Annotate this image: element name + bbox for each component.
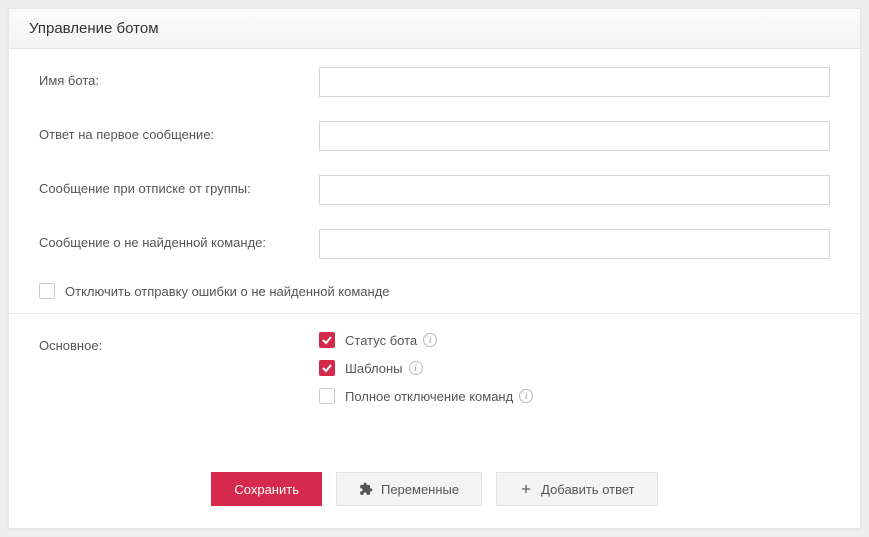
panel-footer: Сохранить Переменные Добавить ответ [9, 458, 860, 528]
label-bot-name: Имя бота: [39, 67, 319, 88]
opt-row-status: Статус бота i [319, 332, 830, 348]
opt-row-disable-commands: Полное отключение команд i [319, 388, 830, 404]
checkbox-disable-commands[interactable] [319, 388, 335, 404]
save-button-label: Сохранить [234, 482, 299, 497]
label-first-reply: Ответ на первое сообщение: [39, 121, 319, 142]
input-notfound-msg[interactable] [319, 229, 830, 259]
info-icon[interactable]: i [423, 333, 437, 347]
variables-button[interactable]: Переменные [336, 472, 482, 506]
row-main-section: Основное: Статус бота i Шаблоны i [39, 332, 830, 424]
panel-header: Управление ботом [9, 9, 860, 49]
main-options-group: Статус бота i Шаблоны i Полное отключени… [319, 332, 830, 424]
input-first-reply[interactable] [319, 121, 830, 151]
add-reply-button[interactable]: Добавить ответ [496, 472, 657, 506]
row-unsubscribe-msg: Сообщение при отписке от группы: [39, 175, 830, 205]
row-notfound-msg: Сообщение о не найденной команде: [39, 229, 830, 259]
variables-button-label: Переменные [381, 482, 459, 497]
panel-body: Имя бота: Ответ на первое сообщение: Соо… [9, 49, 860, 458]
row-bot-name: Имя бота: [39, 67, 830, 97]
opt-row-templates: Шаблоны i [319, 360, 830, 376]
label-unsubscribe-msg: Сообщение при отписке от группы: [39, 175, 319, 196]
checkbox-disable-error[interactable] [39, 283, 55, 299]
label-status: Статус бота [345, 333, 417, 348]
label-disable-commands: Полное отключение команд [345, 389, 513, 404]
checkbox-status[interactable] [319, 332, 335, 348]
info-icon[interactable]: i [519, 389, 533, 403]
puzzle-icon [359, 482, 373, 496]
add-reply-button-label: Добавить ответ [541, 482, 634, 497]
plus-icon [519, 482, 533, 496]
label-notfound-msg: Сообщение о не найденной команде: [39, 229, 319, 250]
label-templates: Шаблоны [345, 361, 403, 376]
save-button[interactable]: Сохранить [211, 472, 322, 506]
row-disable-error: Отключить отправку ошибки о не найденной… [39, 283, 830, 299]
row-first-reply: Ответ на первое сообщение: [39, 121, 830, 151]
info-icon[interactable]: i [409, 361, 423, 375]
label-main-section: Основное: [39, 332, 319, 353]
panel-title: Управление ботом [29, 20, 159, 37]
label-disable-error: Отключить отправку ошибки о не найденной… [65, 284, 390, 299]
input-bot-name[interactable] [319, 67, 830, 97]
bot-management-panel: Управление ботом Имя бота: Ответ на перв… [8, 8, 861, 529]
divider [9, 313, 860, 314]
input-unsubscribe-msg[interactable] [319, 175, 830, 205]
checkbox-templates[interactable] [319, 360, 335, 376]
